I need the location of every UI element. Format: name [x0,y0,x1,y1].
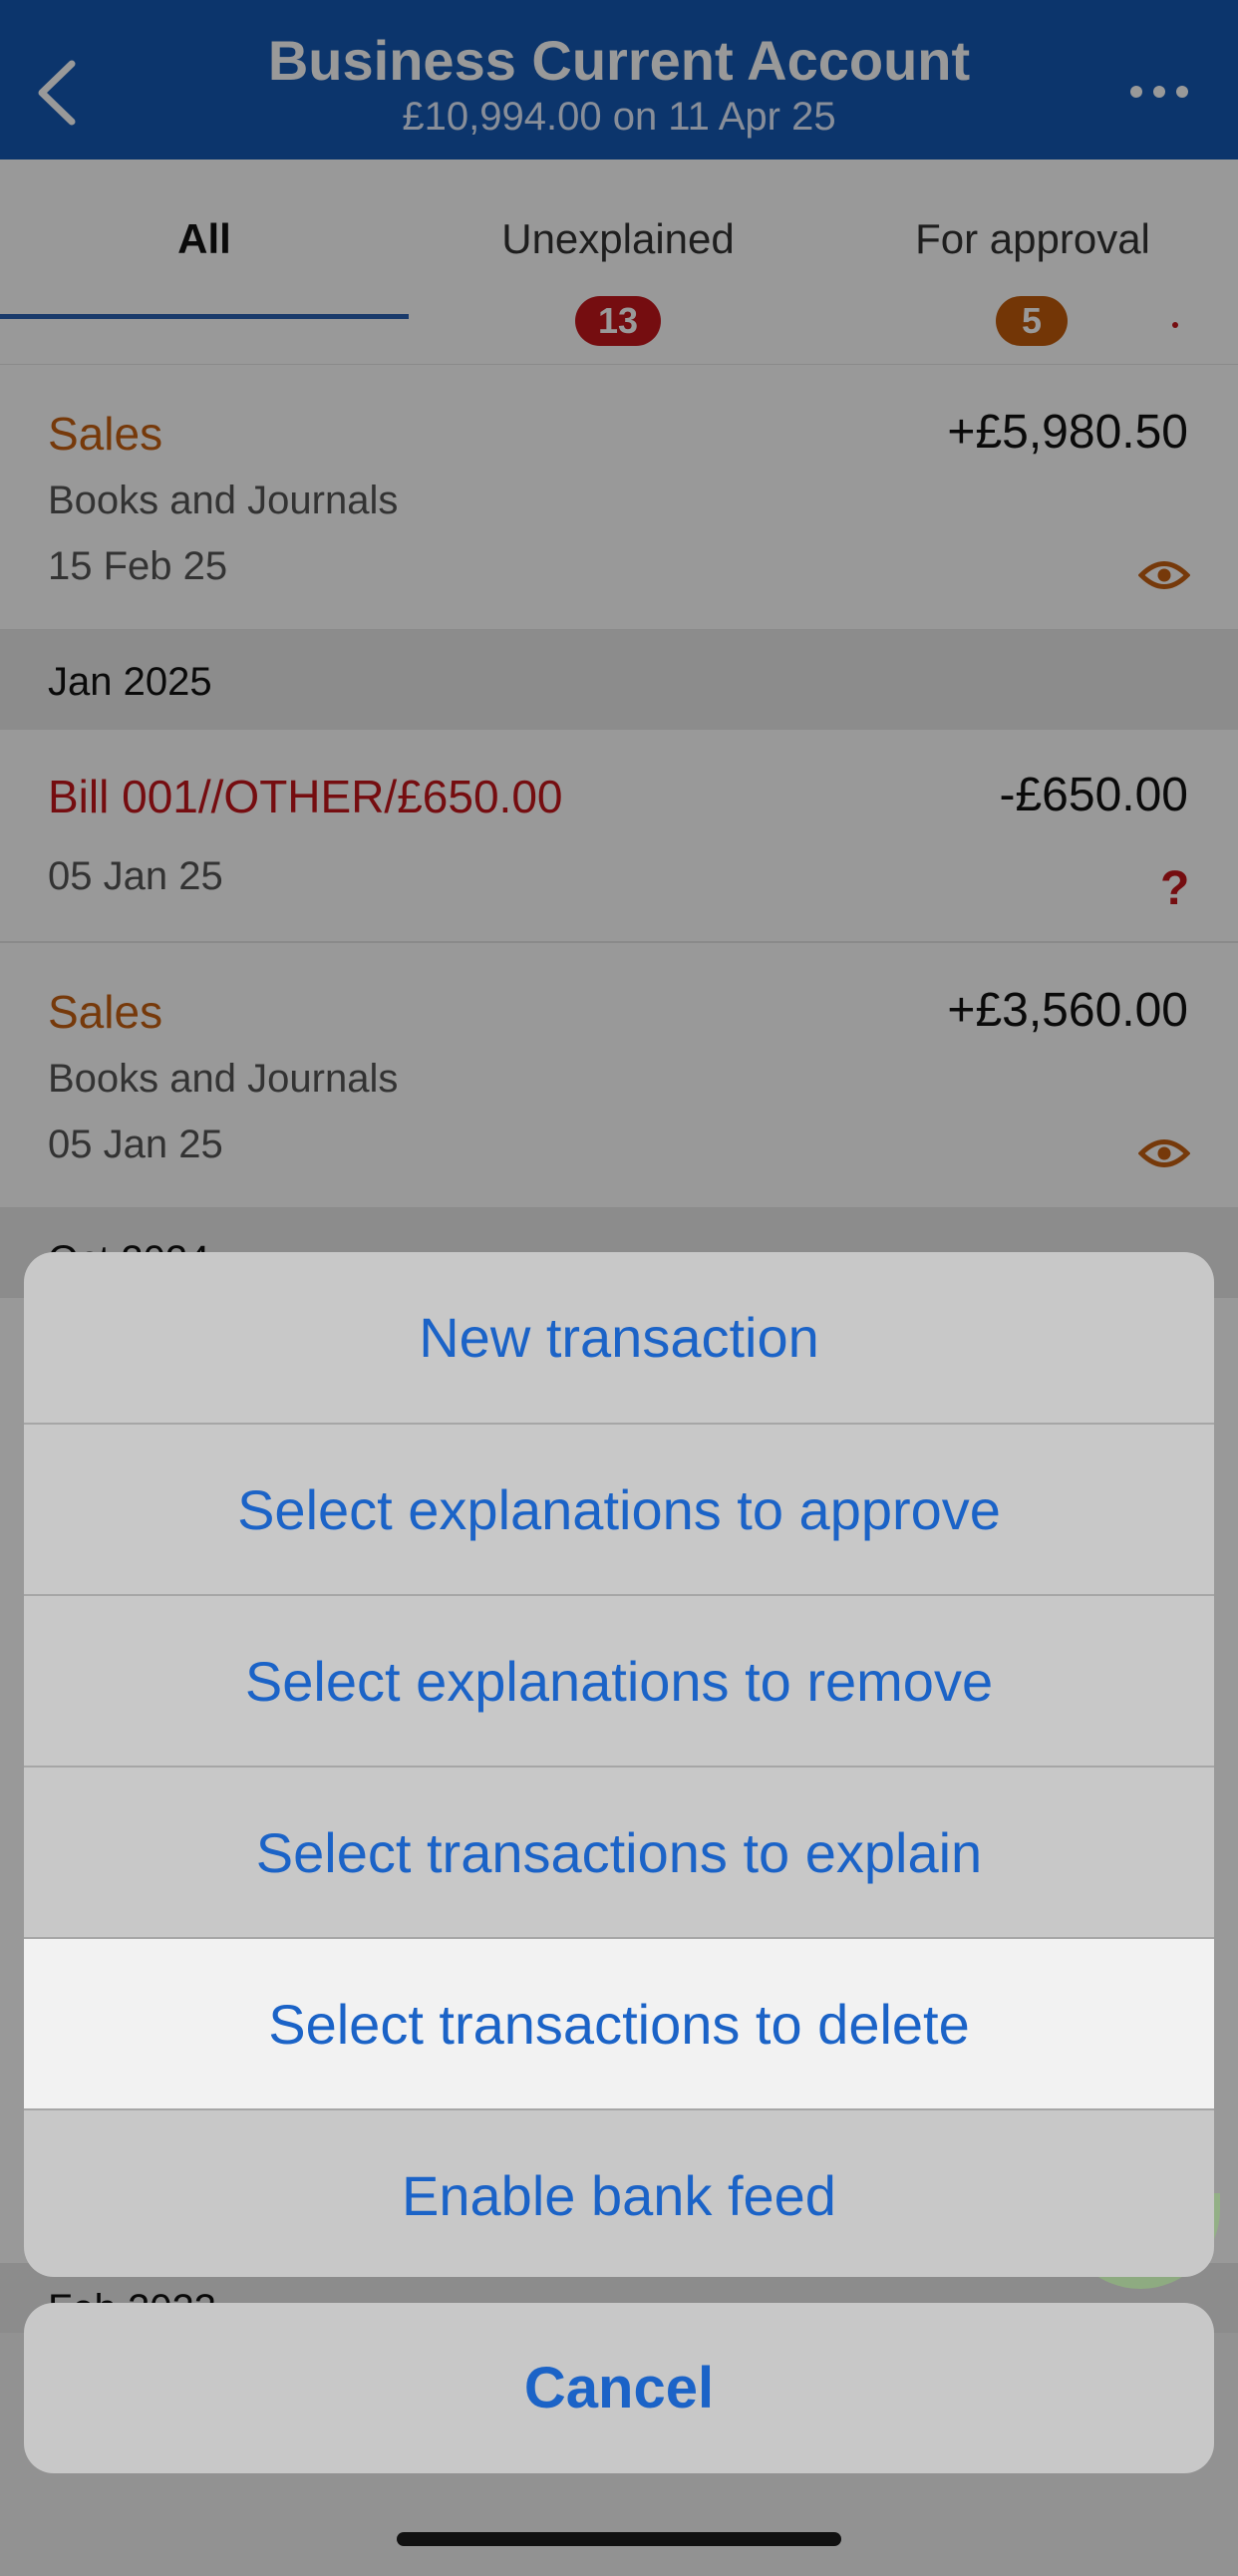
select-transactions-delete-option[interactable]: Select transactions to delete [24,1937,1214,2109]
new-transaction-option[interactable]: New transaction [24,1252,1214,1423]
cancel-button[interactable]: Cancel [24,2303,1214,2473]
select-explanations-remove-option[interactable]: Select explanations to remove [24,1594,1214,1767]
home-indicator [397,2532,841,2546]
select-transactions-explain-option[interactable]: Select transactions to explain [24,1766,1214,1938]
enable-bank-feed-option[interactable]: Enable bank feed [24,2108,1214,2277]
action-sheet: New transaction Select explanations to a… [24,1252,1214,2277]
select-explanations-approve-option[interactable]: Select explanations to approve [24,1423,1214,1595]
